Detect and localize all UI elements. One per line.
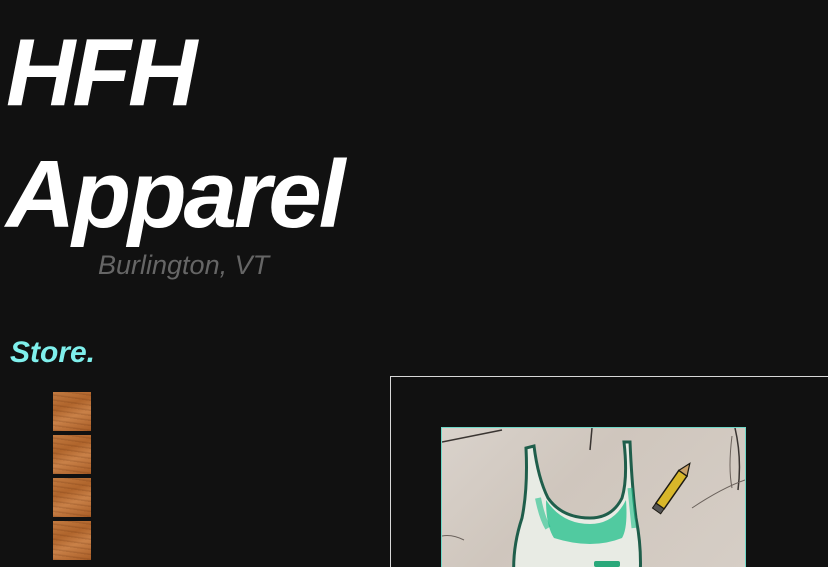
product-photo — [441, 427, 746, 567]
thumbnail-1[interactable] — [53, 392, 91, 431]
site-title-line-1: HFH — [6, 19, 197, 126]
site-title-line-2: Apparel — [6, 141, 345, 248]
image-viewer — [390, 376, 828, 567]
site-title: HFH Apparel — [6, 12, 345, 256]
store-link[interactable]: Store. — [10, 335, 95, 371]
tank-top-sketch-icon — [442, 428, 745, 567]
location-subtitle: Burlington, VT — [98, 250, 270, 280]
thumbnail-3[interactable] — [53, 478, 91, 517]
thumbnail-2[interactable] — [53, 435, 91, 474]
thumbnail-4[interactable] — [53, 521, 91, 560]
thumbnail-list — [53, 392, 91, 564]
